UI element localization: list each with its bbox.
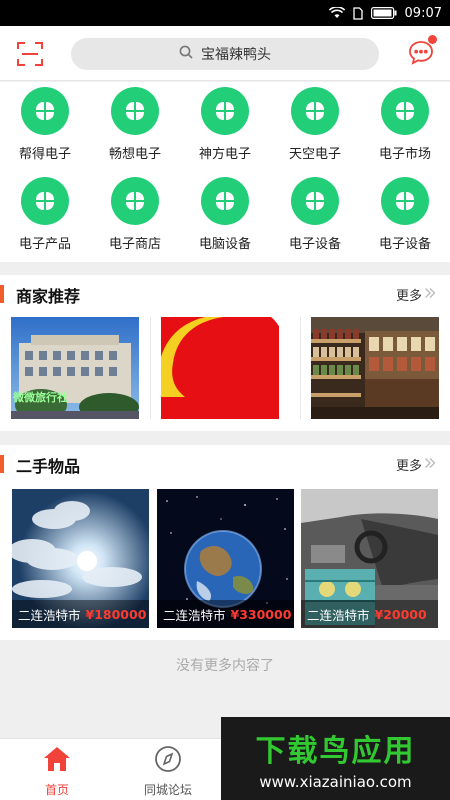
- clover-icon: [111, 87, 159, 135]
- search-bar[interactable]: 宝福辣鸭头: [71, 38, 379, 70]
- battery-icon: [370, 7, 397, 19]
- double-chevron-icon: [424, 457, 436, 473]
- nav-home[interactable]: 首页: [12, 745, 102, 798]
- section-header: 二手物品 更多: [0, 445, 450, 483]
- category-item[interactable]: 帮得电子: [0, 87, 90, 171]
- category-label: 电脑设备: [198, 237, 251, 252]
- double-chevron-icon: [424, 287, 436, 303]
- nav-label: 同城论坛: [143, 783, 192, 797]
- status-bar: 09:07: [0, 0, 450, 26]
- more-label: 更多: [395, 459, 422, 474]
- card-divider: [150, 317, 151, 419]
- category-label: 电子设备: [288, 237, 341, 252]
- nav-forum[interactable]: 同城论坛: [123, 745, 213, 798]
- secondhand-item[interactable]: 二连浩特市 ¥330000: [157, 489, 294, 628]
- category-label: 畅想电子: [108, 147, 161, 162]
- search-text: 宝福辣鸭头: [201, 47, 271, 63]
- clover-icon: [111, 177, 159, 225]
- category-item[interactable]: 畅想电子: [90, 87, 180, 171]
- category-label: 电子设备: [378, 237, 431, 252]
- clover-icon: [21, 87, 69, 135]
- more-label: 更多: [395, 289, 422, 304]
- chat-icon: [407, 41, 435, 71]
- category-label: 帮得电子: [18, 147, 71, 162]
- section-accent-bar: [0, 455, 4, 473]
- category-item[interactable]: 天空电子: [270, 87, 360, 171]
- compass-icon: [153, 745, 183, 777]
- category-item[interactable]: 电子产品: [0, 177, 90, 261]
- item-location: 二连浩特市: [307, 607, 370, 623]
- merchant-photo-store: [311, 317, 439, 419]
- more-link[interactable]: 更多: [396, 285, 436, 304]
- category-item[interactable]: 神方电子: [180, 87, 270, 171]
- item-caption: 二连浩特市 ¥330000: [157, 600, 294, 628]
- merchant-card[interactable]: [161, 317, 289, 419]
- secondhand-section: 二手物品 更多 二连浩特市 ¥180000 二连浩特市 ¥330000 二连浩特…: [0, 445, 450, 640]
- app-screen: 09:07 宝福辣鸭头 帮得电子 畅想电子 神方电子 天空电子 电子市场 电子产…: [0, 0, 450, 800]
- clover-icon: [291, 177, 339, 225]
- secondhand-item[interactable]: 二连浩特市 ¥180000: [12, 489, 149, 628]
- merchant-card[interactable]: [311, 317, 439, 419]
- watermark-url: www.xiazainiao.com: [259, 773, 412, 791]
- clover-icon: [21, 177, 69, 225]
- card-divider: [300, 317, 301, 419]
- top-header: 宝福辣鸭头: [0, 26, 450, 81]
- watermark-logo: 下载鸟应用: [255, 734, 416, 769]
- item-location: 二连浩特市: [18, 607, 81, 623]
- section-title: 商家推荐: [16, 287, 81, 306]
- watermark-overlay: 下载鸟应用 www.xiazainiao.com: [221, 717, 450, 800]
- clover-icon: [201, 87, 249, 135]
- section-accent-bar: [0, 285, 4, 303]
- category-item[interactable]: 电脑设备: [180, 177, 270, 261]
- clover-icon: [381, 87, 429, 135]
- more-link[interactable]: 更多: [396, 455, 436, 474]
- search-icon: [179, 45, 193, 63]
- secondhand-item[interactable]: 二连浩特市 ¥20000: [301, 489, 438, 628]
- merchant-sign-text: 微微旅行社: [13, 391, 68, 404]
- message-button[interactable]: [407, 35, 437, 67]
- sim-icon: [352, 6, 363, 20]
- home-icon: [42, 745, 72, 777]
- status-time: 09:07: [404, 5, 442, 21]
- scan-button[interactable]: [16, 40, 44, 68]
- wifi-icon: [328, 7, 345, 19]
- category-label: 天空电子: [288, 147, 341, 162]
- item-location: 二连浩特市: [163, 607, 226, 623]
- category-item[interactable]: 电子设备: [270, 177, 360, 261]
- category-label: 电子产品: [18, 237, 71, 252]
- merchant-photo-red-sign: [161, 317, 289, 419]
- no-more-content-text: 没有更多内容了: [176, 658, 274, 674]
- category-item[interactable]: 电子市场: [360, 87, 450, 171]
- category-item[interactable]: 电子商店: [90, 177, 180, 261]
- clover-icon: [291, 87, 339, 135]
- category-label: 神方电子: [198, 147, 251, 162]
- item-price: ¥20000: [374, 606, 427, 622]
- scan-icon: [16, 42, 44, 72]
- item-caption: 二连浩特市 ¥180000: [12, 600, 149, 628]
- item-caption: 二连浩特市 ¥20000: [301, 600, 438, 628]
- merchant-section: 商家推荐 更多 微微旅行社: [0, 275, 450, 431]
- notification-dot: [428, 35, 437, 44]
- category-label: 电子市场: [378, 147, 431, 162]
- merchant-card[interactable]: 微微旅行社: [11, 317, 139, 419]
- section-header: 商家推荐 更多: [0, 275, 450, 313]
- category-grid: 帮得电子 畅想电子 神方电子 天空电子 电子市场 电子产品 电子商店 电脑设备 …: [0, 82, 450, 262]
- clover-icon: [201, 177, 249, 225]
- category-label: 电子商店: [108, 237, 161, 252]
- category-item[interactable]: 电子设备: [360, 177, 450, 261]
- section-title: 二手物品: [16, 457, 81, 476]
- clover-icon: [381, 177, 429, 225]
- item-price: ¥330000: [230, 606, 292, 622]
- nav-label: 首页: [44, 783, 69, 797]
- item-price: ¥180000: [85, 606, 147, 622]
